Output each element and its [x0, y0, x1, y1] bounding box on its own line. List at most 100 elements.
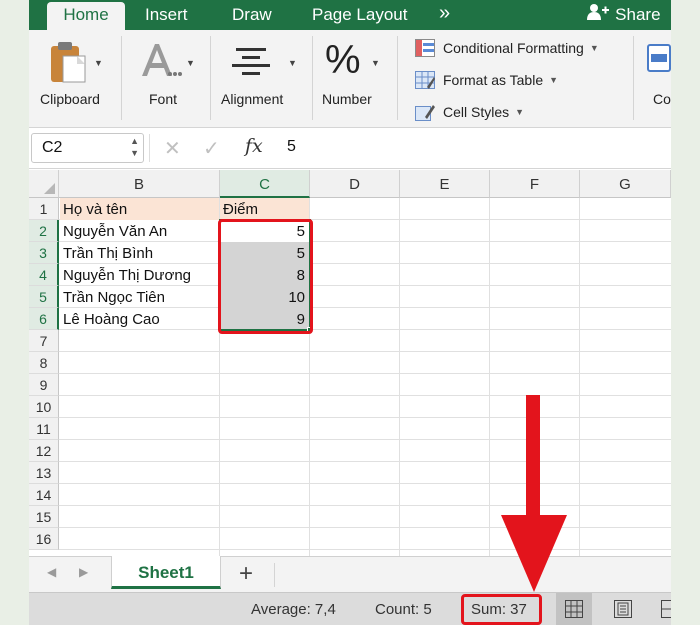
- right-background-band: [671, 0, 700, 625]
- cell-styles-icon: [415, 103, 435, 121]
- tab-home[interactable]: Home: [47, 2, 125, 30]
- gridline: [59, 527, 671, 528]
- column-header-b[interactable]: B: [59, 170, 220, 198]
- select-all-corner[interactable]: [29, 170, 59, 198]
- sheet-tab-sheet1[interactable]: Sheet1: [111, 556, 221, 589]
- font-icon: [140, 40, 182, 85]
- name-box-stepper-icon[interactable]: ▲ ▼: [130, 135, 139, 159]
- column-header-c[interactable]: C: [220, 170, 310, 198]
- status-bar: Average: 7,4 Count: 5 Sum: 37: [29, 592, 671, 625]
- alignment-label: Alignment: [221, 91, 284, 107]
- formula-bar: C2 ▲ ▼ ✕ ✓ fx 5: [29, 128, 671, 169]
- gridline: [59, 483, 671, 484]
- prev-sheet-arrow-icon[interactable]: ◀: [47, 565, 56, 579]
- excel-window: Home Insert Draw Page Layout » Share ▼ C…: [29, 0, 671, 625]
- row-header-6[interactable]: 6: [29, 308, 59, 330]
- ribbon-divider: [397, 36, 398, 120]
- formula-divider: [149, 134, 150, 162]
- cell-b2[interactable]: Nguyễn Văn An: [60, 220, 219, 242]
- conditional-formatting-label: Conditional Formatting: [443, 40, 584, 56]
- cell-b4[interactable]: Nguyễn Thị Dương: [60, 264, 219, 286]
- ribbon-divider: [121, 36, 122, 120]
- next-sheet-arrow-icon[interactable]: ▶: [79, 565, 88, 579]
- clipboard-dropdown-icon: ▼: [94, 58, 103, 68]
- gridline: [59, 395, 671, 396]
- cells-group-label: Co: [653, 91, 671, 107]
- row-header-5[interactable]: 5: [29, 286, 59, 308]
- ribbon-home: ▼ Clipboard ▼ Font ▼ Alignment % ▼ Numbe…: [29, 30, 671, 128]
- row-header-15[interactable]: 15: [29, 506, 59, 528]
- tab-draw[interactable]: Draw: [232, 5, 272, 25]
- select-all-triangle-icon: [44, 183, 55, 194]
- row-header-14[interactable]: 14: [29, 484, 59, 506]
- tab-page-layout[interactable]: Page Layout: [312, 5, 407, 25]
- column-header-d[interactable]: D: [310, 170, 400, 198]
- page-break-view-button[interactable]: [653, 593, 671, 625]
- alignment-group[interactable]: ▼ Alignment: [213, 30, 309, 128]
- conditional-formatting-dropdown-icon: ▼: [589, 43, 599, 53]
- row-header-10[interactable]: 10: [29, 396, 59, 418]
- number-label: Number: [322, 91, 372, 107]
- row-header-13[interactable]: 13: [29, 462, 59, 484]
- conditional-formatting-icon: [415, 39, 435, 57]
- normal-view-icon: [565, 600, 583, 623]
- insert-cells-icon: [647, 44, 671, 77]
- clipboard-label: Clipboard: [40, 91, 100, 107]
- share-button[interactable]: Share: [587, 3, 661, 25]
- row-header-16[interactable]: 16: [29, 528, 59, 550]
- cancel-icon[interactable]: ✕: [164, 136, 181, 161]
- confirm-check-icon[interactable]: ✓: [203, 136, 220, 161]
- cell-b3[interactable]: Trần Thị Bình: [60, 242, 219, 264]
- percent-icon: %: [325, 38, 361, 82]
- row-header-12[interactable]: 12: [29, 440, 59, 462]
- status-count: Count: 5: [375, 601, 432, 618]
- page-layout-view-button[interactable]: [605, 593, 641, 625]
- clipboard-icon: [49, 40, 89, 89]
- column-header-g[interactable]: G: [580, 170, 671, 198]
- cell-b6[interactable]: Lê Hoàng Cao: [60, 308, 219, 330]
- cells-group-partial[interactable]: Co: [641, 30, 671, 128]
- status-average: Average: 7,4: [251, 601, 336, 618]
- ribbon-divider: [312, 36, 313, 120]
- row-header-1[interactable]: 1: [29, 198, 59, 220]
- cell-b5[interactable]: Trần Ngọc Tiên: [60, 286, 219, 308]
- add-sheet-icon[interactable]: +: [239, 560, 253, 588]
- more-tabs-chevron-icon[interactable]: »: [439, 2, 450, 25]
- ribbon-divider: [633, 36, 634, 120]
- highlight-selected-range: [218, 219, 313, 334]
- name-box[interactable]: C2 ▲ ▼: [31, 133, 144, 163]
- alignment-dropdown-icon: ▼: [288, 58, 297, 68]
- row-header-3[interactable]: 3: [29, 242, 59, 264]
- tab-divider: [274, 563, 275, 587]
- row-header-7[interactable]: 7: [29, 330, 59, 352]
- insert-function-icon[interactable]: fx: [245, 135, 263, 157]
- row-header-11[interactable]: 11: [29, 418, 59, 440]
- gridline: [59, 505, 671, 506]
- worksheet-grid[interactable]: B C D E F G 1 2 3 4 5 6 7 8 9 10 11 12 1…: [29, 170, 671, 556]
- clipboard-group[interactable]: ▼ Clipboard: [29, 30, 121, 128]
- row-header-4[interactable]: 4: [29, 264, 59, 286]
- left-background-band: [0, 0, 29, 625]
- column-header-e[interactable]: E: [400, 170, 490, 198]
- gridline: [579, 198, 580, 556]
- row-header-8[interactable]: 8: [29, 352, 59, 374]
- gridline: [59, 461, 671, 462]
- tab-insert[interactable]: Insert: [145, 5, 188, 25]
- gridline: [489, 198, 490, 556]
- number-dropdown-icon: ▼: [371, 58, 380, 68]
- align-center-icon: [232, 48, 270, 81]
- column-header-f[interactable]: F: [490, 170, 580, 198]
- gridline: [59, 373, 671, 374]
- ribbon-divider: [210, 36, 211, 120]
- number-group[interactable]: % ▼ Number: [315, 30, 393, 128]
- row-header-2[interactable]: 2: [29, 220, 59, 242]
- sheet-tab-bar: ◀ ▶ Sheet1 +: [29, 556, 671, 592]
- row-header-9[interactable]: 9: [29, 374, 59, 396]
- formula-input[interactable]: 5: [287, 138, 296, 156]
- format-as-table-label: Format as Table: [443, 72, 544, 88]
- font-group[interactable]: ▼ Font: [124, 30, 207, 128]
- cell-b1[interactable]: Họ và tên: [60, 198, 219, 220]
- cell-c1[interactable]: Điểm: [220, 198, 309, 220]
- page-layout-view-icon: [614, 600, 632, 623]
- annotation-arrow-down-icon: [499, 395, 569, 600]
